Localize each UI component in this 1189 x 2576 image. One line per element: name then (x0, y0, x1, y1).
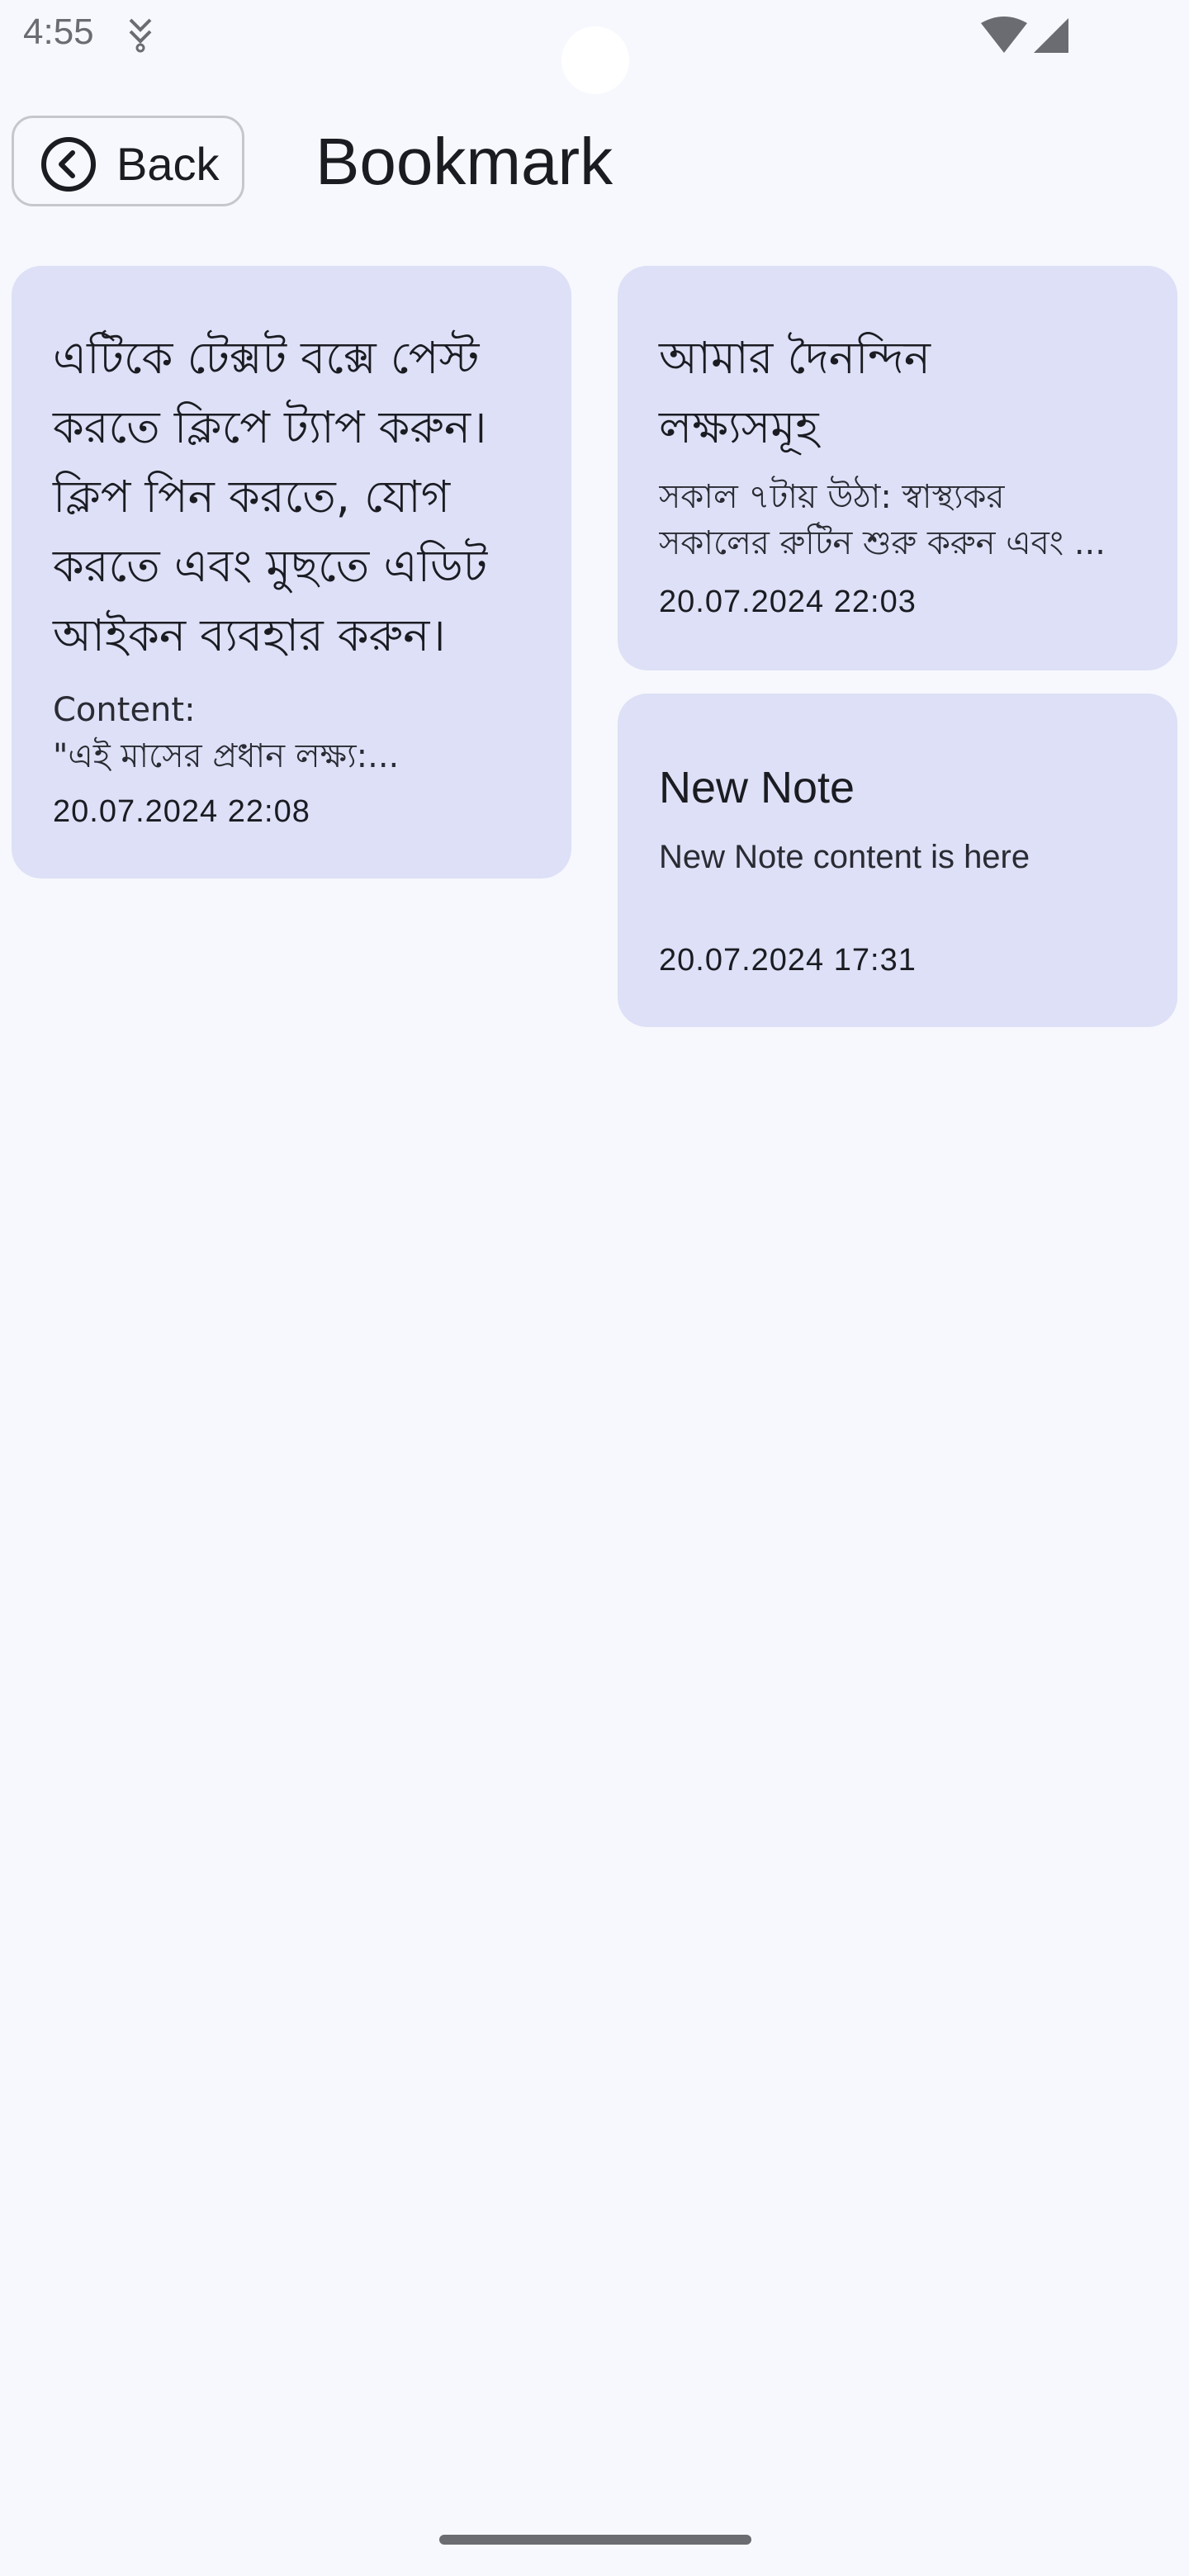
note-title: আমার দৈনন্দিন লক্ষ্যসমূহ (659, 332, 931, 453)
status-bar: 4:55 (0, 0, 1189, 94)
note-title: এটিকে টেক্সট বক্সে পেস্ট করতে ক্লিপে ট্য… (53, 332, 488, 661)
note-card[interactable]: New Note New Note content is here 20.07.… (618, 694, 1177, 1027)
page-title: Bookmark (315, 125, 613, 198)
note-preview: New Note content is here (659, 839, 1030, 875)
wifi-icon (981, 17, 1027, 53)
home-indicator[interactable] (439, 2535, 751, 2545)
download-notification-icon (129, 18, 152, 53)
note-preview: সকাল ৭টায় উঠা: স্বাস্থ্যকর সকালের রুটিন… (659, 478, 1106, 562)
note-card[interactable]: আমার দৈনন্দিন লক্ষ্যসমূহ সকাল ৭টায় উঠা:… (618, 266, 1177, 670)
signal-icon (1034, 18, 1068, 53)
status-time: 4:55 (23, 12, 94, 52)
chevron-left-circle-icon (41, 137, 96, 192)
note-title: New Note (659, 763, 855, 812)
note-preview: Content: "এই মাসের প্রধান লক্ষ্য:... (53, 691, 400, 775)
note-date: 20.07.2024 22:08 (53, 794, 310, 829)
camera-cutout (561, 26, 629, 94)
note-date: 20.07.2024 22:03 (659, 585, 917, 619)
back-button[interactable]: Back (12, 116, 244, 206)
note-date: 20.07.2024 17:31 (659, 943, 917, 978)
back-label: Back (116, 138, 220, 190)
note-card[interactable]: এটিকে টেক্সট বক্সে পেস্ট করতে ক্লিপে ট্য… (12, 266, 571, 878)
